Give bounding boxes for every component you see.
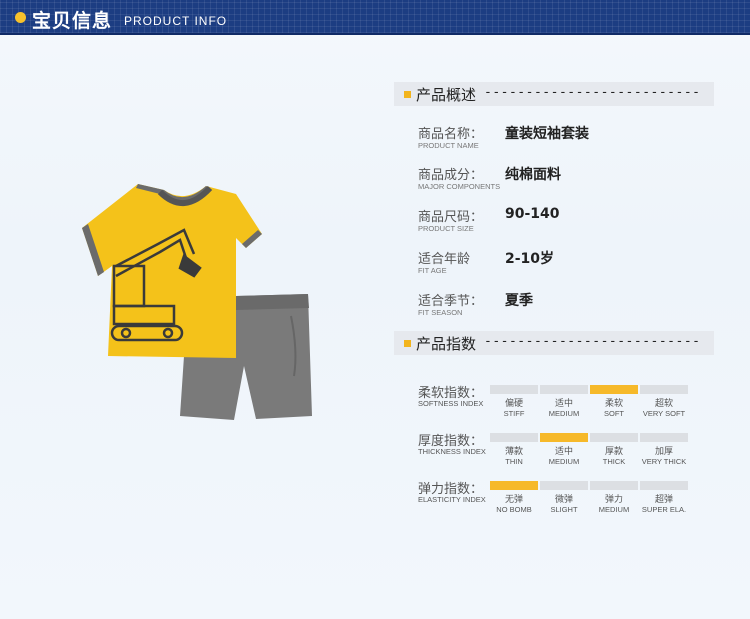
index-option: 厚款: [604, 447, 623, 457]
header-subtitle: PRODUCT INFO: [124, 14, 228, 28]
index-bar: [640, 433, 688, 442]
index-option-en: VERY SOFT: [642, 409, 686, 418]
tshirt-image: [82, 184, 262, 358]
index-option-en: SUPER ELA.: [641, 505, 687, 514]
index-segment: 超软 VERY SOFT: [640, 385, 688, 421]
index-option: 超软: [654, 399, 673, 409]
index-row-softness: 柔软指数： SOFTNESS INDEX 偏硬 STIFF 适中 MEDIUM 柔软…: [418, 382, 718, 422]
info-value: 童装短袖套装: [505, 126, 589, 142]
index-row-thickness: 厚度指数： THICKNESS INDEX 薄款 THIN 适中 MEDIUM 厚款…: [418, 430, 718, 470]
square-bullet-icon: [404, 340, 411, 347]
index-option: 无弹: [504, 495, 523, 505]
info-row-age: 适合年龄 FIT AGE 2-10岁: [418, 248, 718, 282]
index-bar: [640, 385, 688, 394]
index-label-en: SOFTNESS INDEX: [418, 399, 484, 408]
index-option: 微弹: [554, 495, 573, 505]
info-label-en: FIT SEASON: [418, 308, 463, 317]
info-label-en: PRODUCT NAME: [418, 141, 479, 150]
info-row-size: 商品尺码： PRODUCT SIZE 90-140: [418, 206, 718, 240]
info-label: 商品名称：: [418, 127, 484, 142]
info-label: 商品尺码：: [418, 210, 484, 225]
square-bullet-icon: [404, 91, 411, 98]
heading-dashes: --------------------------: [484, 85, 701, 100]
index-segment: 适中 MEDIUM: [540, 433, 588, 469]
index-segment: 无弹 NO BOMB: [490, 481, 538, 517]
index-label-en: ELASTICITY INDEX: [418, 495, 486, 504]
product-image: [82, 184, 312, 420]
info-label: 适合季节：: [418, 294, 484, 309]
index-option: 加厚: [654, 447, 673, 457]
indices-heading-label: 产品指数: [416, 335, 477, 353]
info-label-en: MAJOR COMPONENTS: [418, 182, 501, 191]
index-option-en: MEDIUM: [598, 505, 630, 514]
section-header: 宝贝信息 PRODUCT INFO: [0, 0, 750, 35]
overview-heading-label: 产品概述: [416, 86, 477, 104]
index-bar: [590, 433, 638, 442]
info-label: 商品成分：: [418, 168, 484, 183]
info-value: 2-10岁: [505, 251, 555, 267]
index-option: 柔软: [604, 399, 623, 409]
info-row-components: 商品成分： MAJOR COMPONENTS 纯棉面料: [418, 164, 718, 198]
index-segment: 微弹 SLIGHT: [540, 481, 588, 517]
index-segment: 加厚 VERY THICK: [640, 433, 688, 469]
index-segment: 弹力 MEDIUM: [590, 481, 638, 517]
index-option: 偏硬: [504, 399, 523, 409]
index-option-en: THICK: [602, 457, 626, 466]
index-option: 超弹: [654, 495, 673, 505]
info-label-en: FIT AGE: [418, 266, 447, 275]
index-row-elasticity: 弹力指数： ELASTICITY INDEX 无弹 NO BOMB 微弹 SLIGH…: [418, 478, 718, 518]
index-option-en: NO BOMB: [496, 505, 532, 514]
index-option: 薄款: [504, 447, 523, 457]
header-title: 宝贝信息: [32, 10, 113, 32]
index-option-en: THIN: [505, 457, 523, 466]
info-value: 纯棉面料: [505, 167, 561, 183]
index-scale: 偏硬 STIFF 适中 MEDIUM 柔软 SOFT 超软 VERY SOFT: [490, 385, 690, 425]
index-scale: 薄款 THIN 适中 MEDIUM 厚款 THICK 加厚 VERY THICK: [490, 433, 690, 473]
index-segment: 偏硬 STIFF: [490, 385, 538, 421]
index-bar: [490, 481, 538, 490]
index-bar: [640, 481, 688, 490]
index-segment: 薄款 THIN: [490, 433, 538, 469]
header-dot-icon: [15, 12, 26, 23]
index-bar: [590, 481, 638, 490]
index-bar: [490, 385, 538, 394]
indices-heading: 产品指数 --------------------------: [394, 331, 714, 355]
index-bar: [540, 385, 588, 394]
index-segment: 超弹 SUPER ELA.: [640, 481, 688, 517]
index-segment: 厚款 THICK: [590, 433, 638, 469]
info-label: 适合年龄: [418, 252, 471, 267]
index-label-en: THICKNESS INDEX: [418, 447, 486, 456]
index-bar: [540, 433, 588, 442]
index-option-en: SLIGHT: [550, 505, 578, 514]
index-option-en: MEDIUM: [548, 409, 580, 418]
info-value: 90-140: [505, 206, 560, 222]
info-value: 夏季: [505, 293, 533, 309]
info-row-season: 适合季节： FIT SEASON 夏季: [418, 290, 718, 324]
index-option: 适中: [554, 447, 573, 457]
index-segment: 适中 MEDIUM: [540, 385, 588, 421]
index-bar: [590, 385, 638, 394]
overview-heading: 产品概述 --------------------------: [394, 82, 714, 106]
info-row-name: 商品名称： PRODUCT NAME 童装短袖套装: [418, 123, 718, 157]
index-segment: 柔软 SOFT: [590, 385, 638, 421]
index-option-en: VERY THICK: [641, 457, 687, 466]
index-option-en: MEDIUM: [548, 457, 580, 466]
index-scale: 无弹 NO BOMB 微弹 SLIGHT 弹力 MEDIUM 超弹 SUPER ELA.: [490, 481, 690, 521]
index-bar: [540, 481, 588, 490]
index-option-en: SOFT: [604, 409, 624, 418]
index-option: 适中: [554, 399, 573, 409]
heading-dashes: --------------------------: [484, 334, 701, 349]
index-option: 弹力: [604, 495, 623, 505]
index-bar: [490, 433, 538, 442]
info-label-en: PRODUCT SIZE: [418, 224, 474, 233]
index-option-en: STIFF: [503, 409, 525, 418]
